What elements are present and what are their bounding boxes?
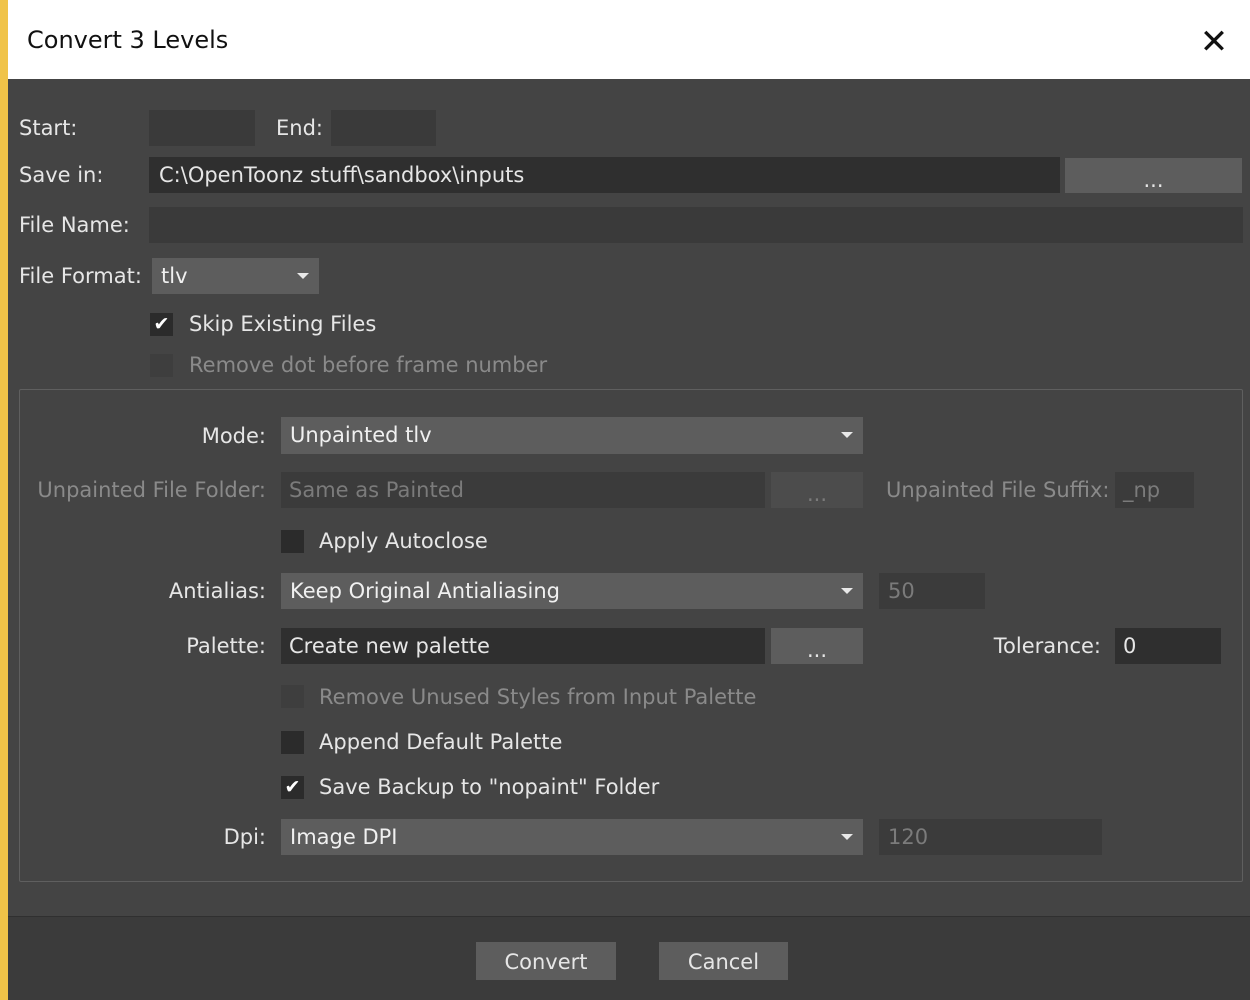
antialias-label: Antialias: [168,579,266,603]
mode-label: Mode: [201,424,266,448]
tolerance-label: Tolerance: [993,634,1101,658]
palette-field[interactable]: Create new palette [281,628,765,664]
unpainted-suffix-field[interactable]: _np [1115,472,1194,508]
save-in-field[interactable]: C:\OpenToonz stuff\sandbox\inputs [149,157,1060,193]
chevron-down-icon [841,432,853,438]
antialias-amount-field[interactable]: 50 [879,573,985,609]
start-label: Start: [19,116,78,140]
append-default-palette-label: Append Default Palette [319,730,563,754]
window-accent-edge [0,0,8,1000]
footer-bar [8,917,1250,1000]
unpainted-suffix-label: Unpainted File Suffix: [886,478,1110,502]
mode-select[interactable]: Unpainted tlv [281,417,863,454]
unpainted-folder-label: Unpainted File Folder: [37,478,266,502]
antialias-select[interactable]: Keep Original Antialiasing [281,573,863,609]
save-in-browse-button[interactable]: ... [1065,158,1242,193]
apply-autoclose-label: Apply Autoclose [319,529,488,553]
file-name-field[interactable] [149,207,1243,243]
remove-unused-styles-checkbox[interactable] [281,685,304,708]
dpi-amount-field[interactable]: 120 [879,819,1102,855]
antialias-value: Keep Original Antialiasing [290,579,560,603]
file-format-select[interactable]: tlv [152,258,319,294]
file-format-label: File Format: [19,264,142,288]
convert-button[interactable]: Convert [476,942,616,980]
append-default-palette-checkbox[interactable] [281,731,304,754]
skip-existing-checkbox[interactable]: ✔ [150,313,173,336]
cancel-button[interactable]: Cancel [659,942,788,980]
unpainted-folder-browse-button[interactable]: ... [771,472,863,508]
file-format-value: tlv [161,264,188,288]
dpi-select[interactable]: Image DPI [281,819,863,855]
tolerance-field[interactable]: 0 [1115,628,1221,664]
dpi-label: Dpi: [223,825,266,849]
chevron-down-icon [841,834,853,840]
palette-label: Palette: [186,634,266,658]
close-icon[interactable]: ✕ [1192,20,1236,64]
chevron-down-icon [841,588,853,594]
skip-existing-label: Skip Existing Files [189,312,377,336]
remove-dot-checkbox[interactable] [150,354,173,377]
unpainted-folder-field[interactable]: Same as Painted [281,472,765,508]
file-name-label: File Name: [19,213,130,237]
window-title: Convert 3 Levels [27,26,229,54]
end-field[interactable] [331,110,436,146]
save-backup-checkbox[interactable]: ✔ [281,776,304,799]
chevron-down-icon [297,273,309,279]
palette-browse-button[interactable]: ... [771,628,863,664]
remove-dot-label: Remove dot before frame number [189,353,548,377]
dpi-value: Image DPI [290,825,398,849]
apply-autoclose-checkbox[interactable] [281,530,304,553]
end-label: End: [276,116,323,140]
start-field[interactable] [149,110,255,146]
remove-unused-styles-label: Remove Unused Styles from Input Palette [319,685,757,709]
mode-value: Unpainted tlv [290,423,432,447]
save-in-label: Save in: [19,163,104,187]
save-backup-label: Save Backup to "nopaint" Folder [319,775,660,799]
